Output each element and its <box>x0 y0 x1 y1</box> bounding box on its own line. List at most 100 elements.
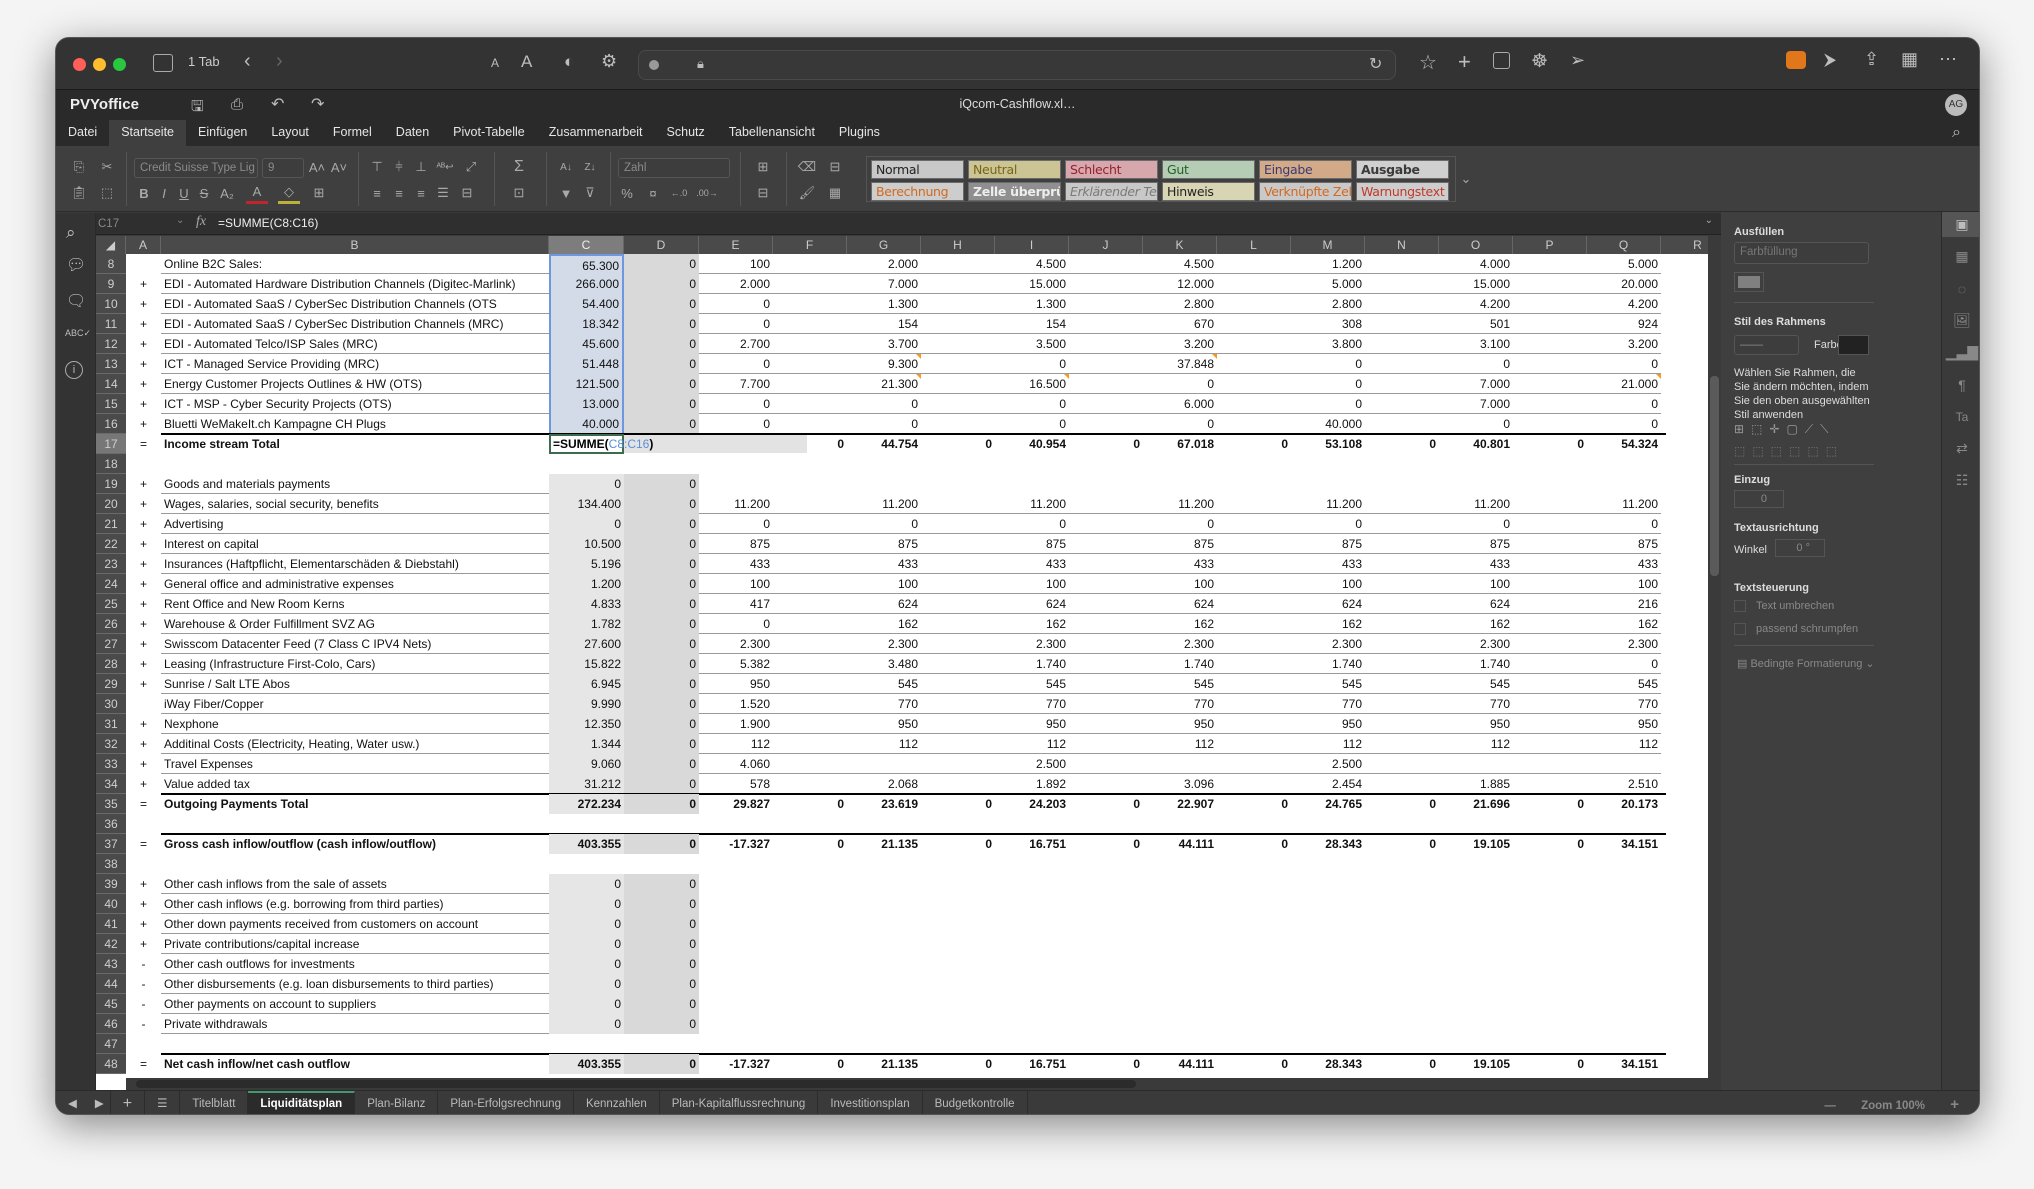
row-sign[interactable]: = <box>126 434 161 454</box>
cell-k[interactable]: 1.740 <box>1143 654 1217 674</box>
cell-d[interactable]: 0 <box>624 774 699 794</box>
row-header[interactable]: 27 <box>96 634 126 654</box>
image-settings-tab-icon[interactable]: 🖼︎ <box>1942 308 1979 333</box>
tab-count[interactable]: 1 Tab <box>188 54 220 69</box>
cell-m[interactable]: 875 <box>1291 534 1365 554</box>
row-header[interactable]: 32 <box>96 734 126 754</box>
row-header[interactable]: 25 <box>96 594 126 614</box>
row-label[interactable]: Leasing (Infrastructure First-Colo, Cars… <box>161 654 549 674</box>
horizontal-scrollbar-thumb[interactable] <box>136 1080 1136 1088</box>
cell-k[interactable]: 624 <box>1143 594 1217 614</box>
cell-e[interactable]: -17.327 <box>699 834 773 854</box>
cell-style-normal[interactable]: Normal <box>871 160 964 179</box>
row-sign[interactable]: + <box>126 614 161 634</box>
textart-settings-tab-icon[interactable]: Ta <box>1942 404 1979 429</box>
cell-h[interactable]: 0 <box>921 1054 995 1074</box>
row-sign[interactable]: + <box>126 674 161 694</box>
row-header[interactable]: 19 <box>96 474 126 494</box>
cell-k[interactable]: 6.000 <box>1143 394 1217 414</box>
cell-d[interactable]: 0 <box>624 874 699 894</box>
cell-o[interactable]: 624 <box>1439 594 1513 614</box>
column-header-p[interactable]: P <box>1513 236 1587 254</box>
cell-style-eingabe[interactable]: Eingabe <box>1259 160 1352 179</box>
row-sign[interactable]: = <box>126 794 161 814</box>
cell-o[interactable]: 501 <box>1439 314 1513 334</box>
row-sign[interactable] <box>126 254 161 274</box>
font-color-button[interactable]: A <box>246 182 268 204</box>
zoom-in-button[interactable]: + <box>1950 1096 1959 1113</box>
row-sign[interactable]: + <box>126 774 161 794</box>
cell-o[interactable]: 15.000 <box>1439 274 1513 294</box>
sheet-tab-kennzahlen[interactable]: Kennzahlen <box>574 1090 660 1114</box>
cell-c[interactable]: 9.990 <box>549 694 624 714</box>
cell-q[interactable]: 112 <box>1587 734 1661 754</box>
row-label[interactable]: iWay Fiber/Copper <box>161 694 549 714</box>
row-sign[interactable]: + <box>126 354 161 374</box>
cell-d[interactable]: 0 <box>624 494 699 514</box>
cell-q[interactable]: 34.151 <box>1587 1054 1661 1074</box>
paragraph-settings-tab-icon[interactable]: ¶ <box>1942 372 1979 397</box>
row-sign[interactable]: + <box>126 574 161 594</box>
cell-o[interactable]: 11.200 <box>1439 494 1513 514</box>
cell-l[interactable]: 0 <box>1217 434 1291 454</box>
cell-style-zelle-berpr-fe[interactable]: Zelle überprüfe <box>968 182 1061 201</box>
cell-c[interactable]: 266.000 <box>549 274 624 294</box>
merge-cells-icon[interactable]: ⊟ <box>456 182 478 204</box>
row-sign[interactable]: - <box>126 994 161 1014</box>
row-header[interactable]: 41 <box>96 914 126 934</box>
cell-o[interactable]: 433 <box>1439 554 1513 574</box>
cell-d[interactable]: 0 <box>624 794 699 814</box>
cell-k[interactable]: 112 <box>1143 734 1217 754</box>
slicer-settings-tab-icon[interactable]: ☷ <box>1942 468 1979 493</box>
format-as-table-icon[interactable]: ▦ <box>824 182 846 204</box>
cell-e[interactable]: 950 <box>699 674 773 694</box>
sheet-tab-titelblatt[interactable]: Titelblatt <box>180 1090 249 1114</box>
cell-m[interactable]: 1.740 <box>1291 654 1365 674</box>
cell-e[interactable]: 4.060 <box>699 754 773 774</box>
cell-e[interactable]: 112 <box>699 734 773 754</box>
column-header-k[interactable]: K <box>1143 236 1217 254</box>
menu-pivot-tabelle[interactable]: Pivot-Tabelle <box>441 120 537 146</box>
fill-color-picker[interactable] <box>1734 272 1764 292</box>
cell-g[interactable]: 0 <box>847 414 921 434</box>
row-header[interactable]: 29 <box>96 674 126 694</box>
comment-indicator[interactable] <box>916 374 921 379</box>
column-header-g[interactable]: G <box>847 236 921 254</box>
cell-g[interactable]: 11.200 <box>847 494 921 514</box>
cell-d[interactable]: 0 <box>624 974 699 994</box>
cell-c[interactable]: 4.833 <box>549 594 624 614</box>
cell-d[interactable]: 0 <box>624 314 699 334</box>
row-header[interactable]: 35 <box>96 794 126 814</box>
cell-k[interactable]: 22.907 <box>1143 794 1217 814</box>
sidebar-toggle-icon[interactable] <box>153 54 173 72</box>
cell-k[interactable]: 3.200 <box>1143 334 1217 354</box>
row-label[interactable]: Income stream Total <box>161 434 549 454</box>
row-label[interactable]: Other disbursements (e.g. loan disbursem… <box>161 974 549 994</box>
column-header-n[interactable]: N <box>1365 236 1439 254</box>
cell-i[interactable]: 24.203 <box>995 794 1069 814</box>
row-header[interactable]: 26 <box>96 614 126 634</box>
sheet-tab-plan-kapitalflussrechnung[interactable]: Plan-Kapitalflussrechnung <box>660 1090 819 1114</box>
sort-desc-icon[interactable]: Z↓ <box>580 156 600 178</box>
cell-k[interactable]: 0 <box>1143 514 1217 534</box>
cell-g[interactable]: 3.480 <box>847 654 921 674</box>
cell-m[interactable]: 2.300 <box>1291 634 1365 654</box>
cell-c[interactable]: 0 <box>549 874 624 894</box>
cell-k[interactable]: 11.200 <box>1143 494 1217 514</box>
cell-o[interactable]: 1.885 <box>1439 774 1513 794</box>
cell-q[interactable]: 0 <box>1587 514 1661 534</box>
cell-c[interactable]: 1.344 <box>549 734 624 754</box>
cell-style-ausgabe[interactable]: Ausgabe <box>1356 160 1449 179</box>
row-sign[interactable]: = <box>126 834 161 854</box>
cell-g[interactable]: 0 <box>847 514 921 534</box>
italic-button[interactable]: I <box>156 182 172 204</box>
row-header[interactable]: 14 <box>96 374 126 394</box>
cell-g[interactable]: 950 <box>847 714 921 734</box>
spellcheck-icon[interactable]: ABC✓ <box>65 328 91 339</box>
menu-formel[interactable]: Formel <box>321 120 384 146</box>
address-bar[interactable]: 🔒︎ ↻ <box>638 50 1396 80</box>
cell-c[interactable]: 40.000 <box>549 414 624 434</box>
cell-style-berechnung[interactable]: Berechnung <box>871 182 964 201</box>
row-sign[interactable]: - <box>126 974 161 994</box>
filter-icon[interactable]: ▼ <box>556 182 576 204</box>
